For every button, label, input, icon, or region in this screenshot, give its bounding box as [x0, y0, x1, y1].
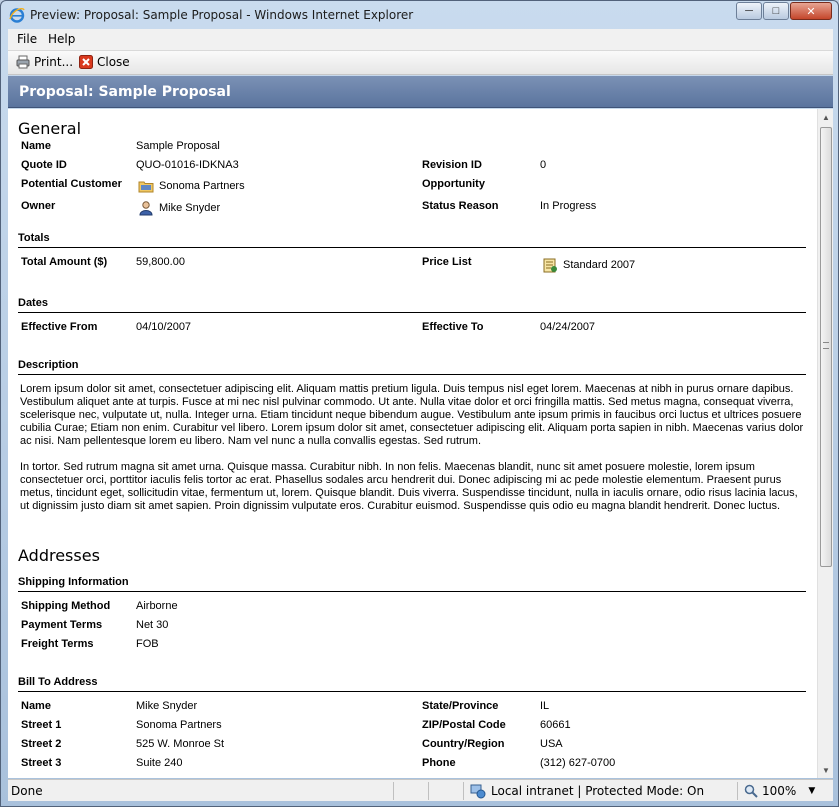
page-header: Proposal: Sample Proposal — [8, 76, 833, 108]
country-value: USA — [540, 738, 563, 750]
status-bar: Done Local intranet | Protected Mode: On… — [8, 779, 833, 801]
general-heading: General — [18, 119, 82, 138]
price-list-label: Price List — [422, 256, 472, 268]
quote-id-label: Quote ID — [21, 159, 67, 171]
name-label: Name — [21, 140, 51, 152]
phone-label: Phone — [422, 757, 456, 769]
zoom-control[interactable]: 100% ▼ — [737, 782, 831, 800]
shipping-info-heading: Shipping Information — [18, 576, 806, 592]
price-list-value[interactable]: Standard 2007 — [542, 257, 635, 273]
status-reason-label: Status Reason — [422, 200, 499, 212]
effective-to-value: 04/24/2007 — [540, 321, 596, 333]
name-value: Sample Proposal — [136, 140, 220, 152]
street3-value: Suite 240 — [136, 757, 183, 769]
revision-id-value: 0 — [540, 159, 547, 171]
price-list-icon — [543, 258, 557, 273]
menu-bar: File Help — [8, 29, 833, 51]
window-close-button[interactable]: ✕ — [790, 2, 832, 20]
owner-label: Owner — [21, 200, 56, 212]
payment-terms-label: Payment Terms — [21, 619, 103, 631]
country-label: Country/Region — [422, 738, 505, 750]
street1-label: Street 1 — [21, 719, 62, 731]
status-reason-value: In Progress — [540, 200, 597, 212]
freight-terms-label: Freight Terms — [21, 638, 94, 650]
potential-customer-label: Potential Customer — [21, 178, 122, 190]
addresses-heading: Addresses — [18, 546, 100, 565]
state-value: IL — [540, 700, 550, 712]
potential-customer-text: Sonoma Partners — [159, 180, 245, 192]
owner-value[interactable]: Mike Snyder — [138, 200, 220, 216]
effective-to-label: Effective To — [422, 321, 484, 333]
close-icon — [79, 55, 93, 69]
street1-value: Sonoma Partners — [136, 719, 222, 731]
scroll-thumb[interactable] — [820, 127, 832, 567]
vertical-scrollbar[interactable]: ▲ ▼ — [817, 109, 833, 778]
description-heading: Description — [18, 359, 806, 375]
scroll-grip-icon — [823, 342, 829, 349]
total-amount-label: Total Amount ($) — [21, 256, 108, 268]
shipping-method-value: Airborne — [136, 600, 178, 612]
proposal-content: General Name Sample Proposal Quote ID QU… — [8, 109, 817, 778]
zoom-dropdown-icon[interactable]: ▼ — [808, 786, 815, 796]
browser-window: Preview: Proposal: Sample Proposal - Win… — [0, 0, 839, 807]
freight-terms-value: FOB — [136, 638, 159, 650]
ie-logo-icon — [9, 8, 25, 23]
street2-value: 525 W. Monroe St — [136, 738, 225, 750]
menu-help[interactable]: Help — [48, 32, 75, 46]
potential-customer-value[interactable]: Sonoma Partners — [138, 178, 245, 194]
effective-from-value: 04/10/2007 — [136, 321, 192, 333]
toolbar: Print... Close — [8, 51, 833, 75]
magnifier-icon — [744, 784, 758, 798]
status-slot — [393, 782, 428, 800]
zip-label: ZIP/Postal Code — [422, 719, 506, 731]
totals-heading: Totals — [18, 232, 806, 248]
print-label: Print... — [34, 55, 74, 69]
payment-terms-value: Net 30 — [136, 619, 169, 631]
effective-from-label: Effective From — [21, 321, 98, 333]
scroll-down-icon[interactable]: ▼ — [818, 762, 834, 778]
description-paragraph-1: Lorem ipsum dolor sit amet, consectetuer… — [20, 383, 804, 447]
phone-value: (312) 627-0700 — [540, 757, 616, 769]
bill-to-name-value: Mike Snyder — [136, 700, 198, 712]
printer-icon — [16, 55, 30, 69]
security-zone[interactable]: Local intranet | Protected Mode: On — [463, 782, 737, 800]
description-paragraph-2: In tortor. Sed rutrum magna sit amet urn… — [20, 461, 798, 512]
dates-heading: Dates — [18, 297, 806, 313]
bill-to-name-label: Name — [21, 700, 51, 712]
shipping-method-label: Shipping Method — [21, 600, 111, 612]
owner-text: Mike Snyder — [159, 202, 221, 214]
price-list-text: Standard 2007 — [563, 259, 636, 271]
print-button[interactable]: Print... — [16, 55, 73, 69]
opportunity-label: Opportunity — [422, 178, 485, 190]
status-text: Done — [11, 784, 43, 798]
zoom-level: 100% — [762, 784, 797, 798]
status-slot — [428, 782, 463, 800]
account-folder-icon — [138, 181, 154, 193]
maximize-button[interactable]: □ — [763, 2, 789, 20]
zip-value: 60661 — [540, 719, 571, 731]
quote-id-value: QUO-01016-IDKNA3 — [136, 159, 239, 171]
window-title: Preview: Proposal: Sample Proposal - Win… — [30, 8, 414, 22]
security-zone-text: Local intranet | Protected Mode: On — [491, 784, 705, 798]
total-amount-value: 59,800.00 — [136, 256, 185, 268]
user-icon — [139, 201, 153, 216]
minimize-button[interactable]: ─ — [736, 2, 762, 20]
menu-file[interactable]: File — [17, 32, 37, 46]
bill-to-heading: Bill To Address — [18, 676, 806, 692]
close-button[interactable]: Close — [79, 55, 130, 69]
street2-label: Street 2 — [21, 738, 62, 750]
revision-id-label: Revision ID — [422, 159, 482, 171]
title-bar: Preview: Proposal: Sample Proposal - Win… — [1, 1, 838, 29]
page-title: Proposal: Sample Proposal — [19, 84, 231, 100]
scroll-up-icon[interactable]: ▲ — [818, 109, 834, 125]
intranet-zone-icon — [470, 784, 486, 799]
state-label: State/Province — [422, 700, 499, 712]
close-label: Close — [97, 55, 130, 69]
street3-label: Street 3 — [21, 757, 62, 769]
